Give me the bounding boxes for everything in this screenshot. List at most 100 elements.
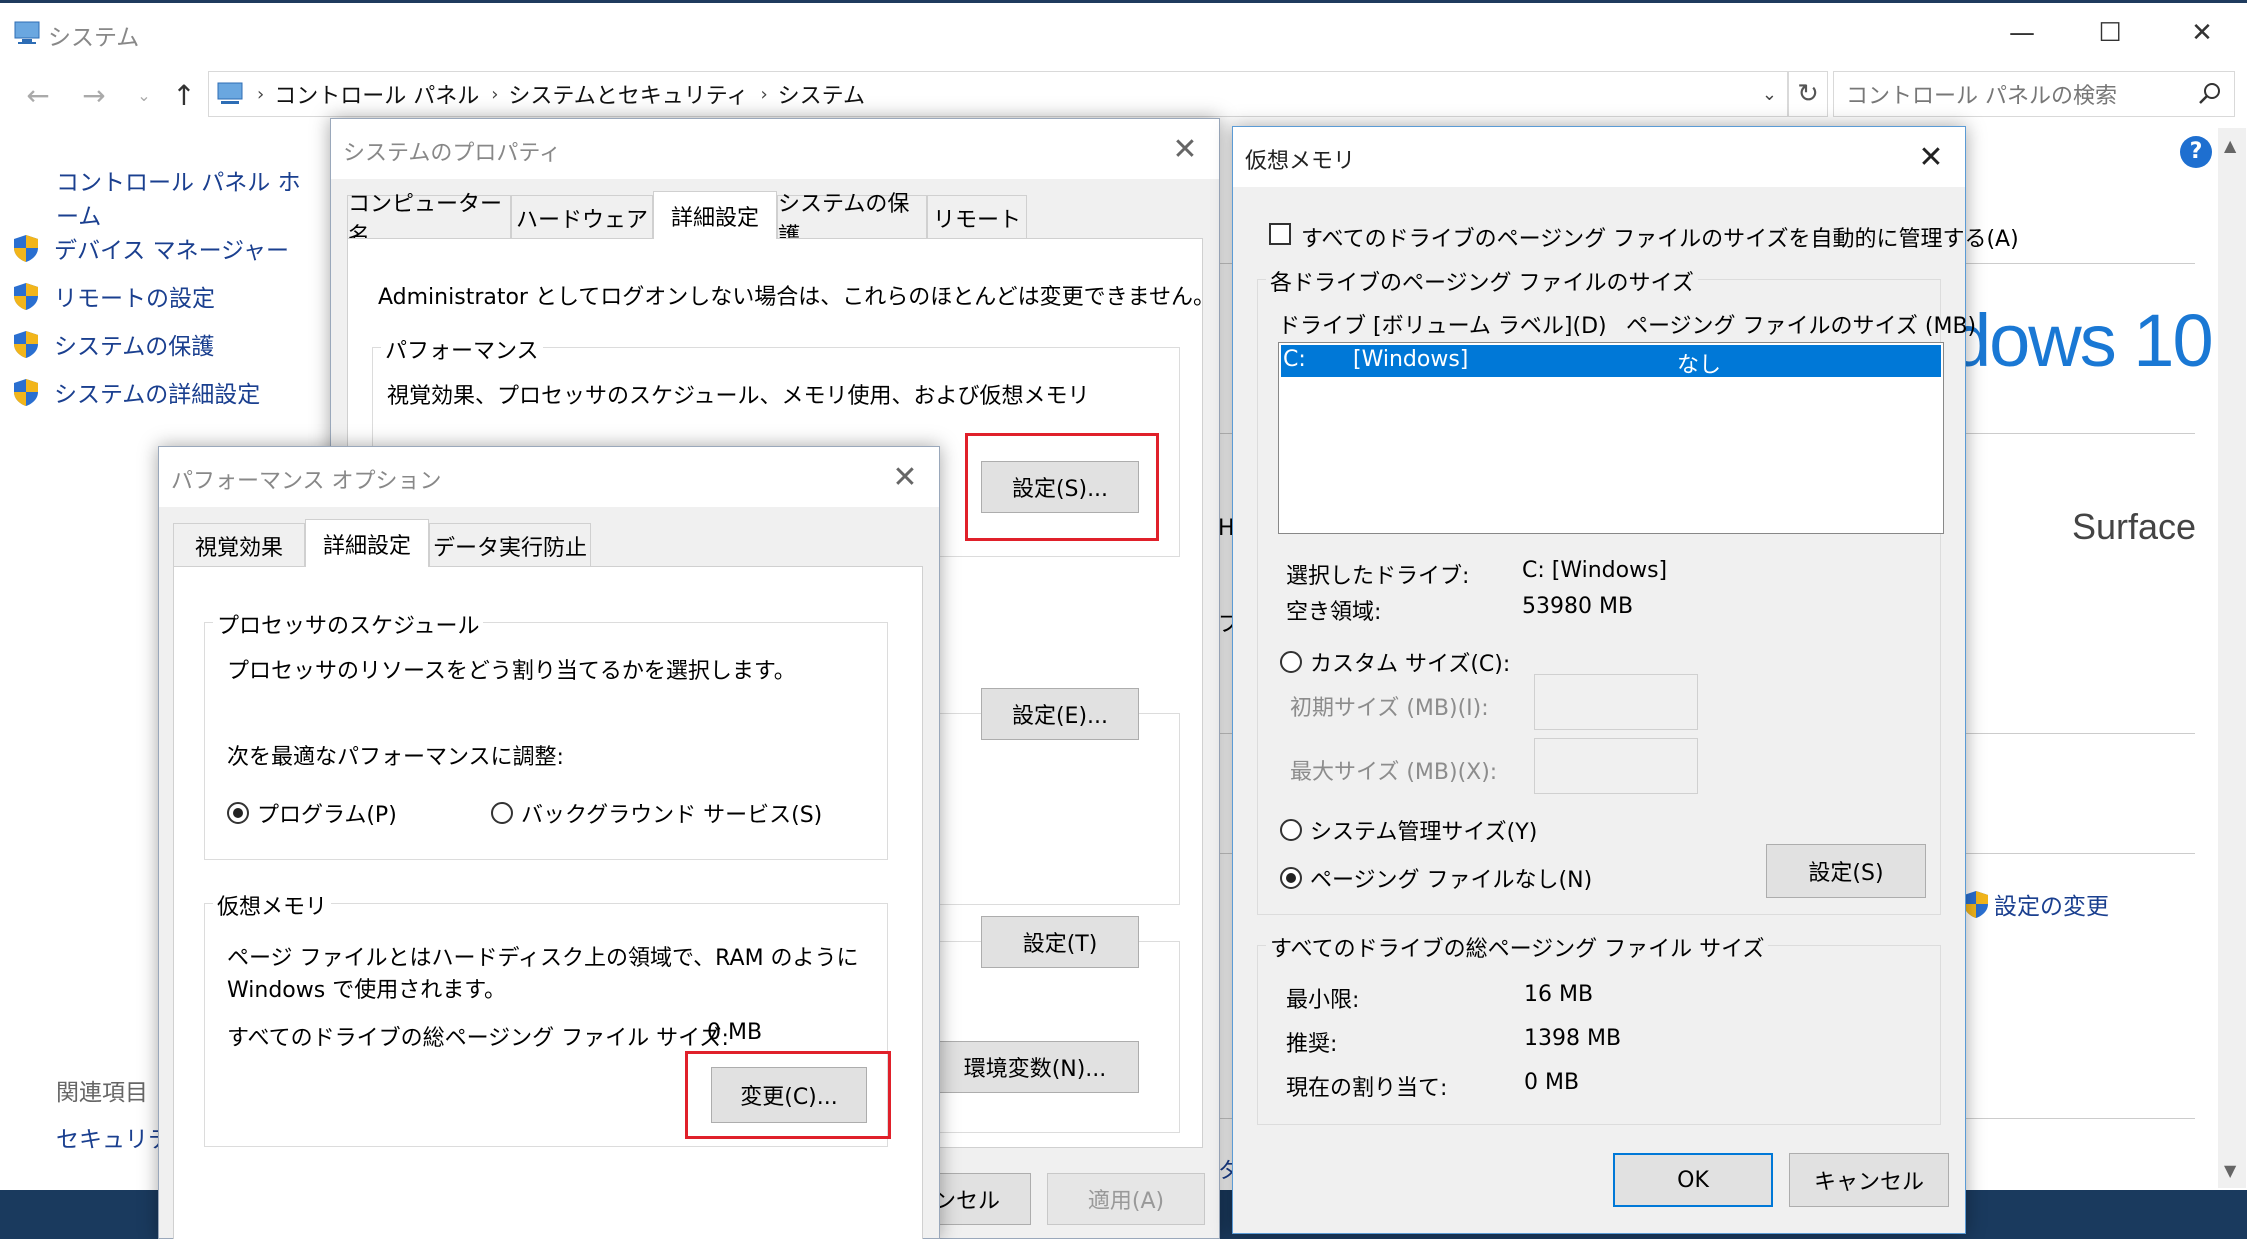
windows10-logo: dows 10 (1950, 299, 2214, 382)
auto-manage-label[interactable]: すべてのドライブのページング ファイルのサイズを自動的に管理する(A) (1301, 221, 2019, 253)
nav-item-label: リモートの設定 (54, 286, 215, 312)
tab-remote[interactable]: リモート (927, 195, 1027, 239)
breadcrumb-control-panel[interactable]: コントロール パネル (274, 78, 479, 110)
radio-system-managed[interactable]: システム管理サイズ(Y) (1280, 814, 1537, 846)
change-settings-link[interactable]: 設定の変更 (1962, 887, 2109, 921)
close-button[interactable]: ✕ (2156, 6, 2247, 60)
change-settings-label: 設定の変更 (1994, 894, 2109, 920)
breadcrumb-system[interactable]: システム (778, 78, 865, 110)
max-size-input[interactable] (1534, 738, 1698, 794)
environment-variables-button[interactable]: 環境変数(N)... (931, 1041, 1139, 1093)
radio-program-label: プログラム(P) (257, 803, 397, 828)
nav-item-advanced-system-settings[interactable]: システムの詳細設定 (12, 375, 260, 409)
minimize-button[interactable]: — (1976, 6, 2068, 60)
virtual-memory-dialog: 仮想メモリ ✕ すべてのドライブのページング ファイルのサイズを自動的に管理する… (1232, 126, 2019, 1234)
recommended-label: 推奨: (1286, 1032, 1338, 1057)
drive-list[interactable]: C: [Windows] なし (1278, 342, 1944, 534)
radio-selected-icon (227, 802, 249, 824)
radio-background-services[interactable]: バックグラウンド サービス(S) (491, 797, 822, 829)
auto-manage-checkbox[interactable] (1269, 223, 1291, 245)
drive-letter: C: (1283, 347, 1306, 372)
tab-visual-effects[interactable]: 視覚効果 (173, 523, 305, 567)
up-arrow-icon[interactable]: ↑ (164, 75, 204, 115)
free-space-value: 53980 MB (1522, 594, 1634, 619)
vm-total-label: すべてのドライブの総ページング ファイル サイズ: (227, 1026, 729, 1051)
control-panel-icon (217, 82, 243, 104)
per-drive-group: 各ドライブのページング ファイルのサイズ ドライブ [ボリューム ラベル](D)… (1257, 265, 1976, 915)
search-icon[interactable] (2196, 80, 2224, 108)
breadcrumb-separator-icon: › (491, 83, 499, 105)
admin-note: Administrator としてログオンしない場合は、これらのほとんどは変更で… (378, 285, 1215, 310)
radio-unselected-icon (491, 802, 513, 824)
drive-label: [Windows] (1353, 347, 1469, 372)
tab-computer-name[interactable]: コンピューター名 (347, 192, 511, 249)
scroll-down-icon[interactable]: ▼ (2224, 1161, 2236, 1180)
apply-button[interactable]: 適用(A) (1047, 1173, 1205, 1225)
vm-description-line1: ページ ファイルとはハードディスク上の領域で、RAM のように (227, 946, 859, 971)
close-icon[interactable]: ✕ (1165, 129, 1205, 169)
processor-scheduling-group: プロセッサのスケジュール プロセッサのリソースをどう割り当てるかを選択します。 … (204, 608, 888, 860)
radio-background-label: バックグラウンド サービス(S) (521, 803, 823, 828)
cancel-button[interactable]: キャンセル (1789, 1153, 1949, 1207)
total-paging-group: すべてのドライブの総ページング ファイル サイズ 最小限: 16 MB 推奨: … (1257, 931, 1941, 1125)
list-item[interactable]: C: [Windows] なし (1281, 345, 1941, 378)
vm-description-line2: Windows で使用されます。 (227, 978, 506, 1003)
close-icon[interactable]: ✕ (1911, 137, 1951, 177)
tab-advanced[interactable]: 詳細設定 (653, 191, 777, 239)
column-drive: ドライブ [ボリューム ラベル](D) (1278, 314, 1607, 339)
nav-item-label: デバイス マネージャー (54, 238, 290, 264)
tab-system-protection[interactable]: システムの保護 (777, 192, 927, 249)
search-input[interactable]: コントロール パネルの検索 (1833, 71, 2235, 117)
chevron-down-icon[interactable]: ⌄ (1762, 84, 1777, 105)
user-profiles-settings-button[interactable]: 設定(E)... (981, 688, 1139, 740)
startup-recovery-settings-button[interactable]: 設定(T) (981, 916, 1139, 968)
control-panel-home-link[interactable]: コントロール パネル ホーム (56, 163, 320, 231)
breadcrumb-system-security[interactable]: システムとセキュリティ (508, 78, 748, 110)
help-icon[interactable]: ? (2180, 136, 2212, 168)
current-allocation-label: 現在の割り当て: (1286, 1076, 1448, 1101)
nav-item-device-manager[interactable]: デバイス マネージャー (12, 231, 289, 265)
nav-item-remote-settings[interactable]: リモートの設定 (12, 279, 215, 313)
min-label: 最小限: (1286, 988, 1360, 1013)
close-icon[interactable]: ✕ (885, 457, 925, 497)
shield-icon (14, 379, 38, 406)
ok-button[interactable]: OK (1613, 1153, 1773, 1207)
dialog-title-bar: パフォーマンス オプション ✕ (159, 447, 939, 507)
set-button[interactable]: 設定(S) (1766, 844, 1926, 898)
drive-paging-size: なし (1677, 353, 1722, 378)
radio-unselected-icon (1280, 819, 1302, 841)
highlight-box (685, 1051, 891, 1139)
computer-icon (14, 21, 40, 44)
performance-group-label: パフォーマンス (381, 333, 543, 365)
maximize-button[interactable]: ☐ (2064, 6, 2156, 60)
refresh-icon[interactable]: ↻ (1788, 71, 1828, 117)
tab-advanced[interactable]: 詳細設定 (305, 519, 429, 567)
radio-custom-size-label: カスタム サイズ(C): (1310, 652, 1511, 677)
back-arrow-icon[interactable]: ← (18, 75, 58, 115)
column-size: ページング ファイルのサイズ (MB) (1626, 314, 1977, 339)
dialog-title-bar: システムのプロパティ ✕ (331, 119, 1219, 179)
recent-locations-icon[interactable]: ⌄ (124, 75, 164, 115)
dialog-title: システムのプロパティ (343, 141, 562, 166)
scroll-up-icon[interactable]: ▲ (2224, 136, 2236, 155)
forward-arrow-icon[interactable]: → (74, 75, 114, 115)
initial-size-input[interactable] (1534, 674, 1698, 730)
adjust-label: 次を最適なパフォーマンスに調整: (227, 745, 564, 770)
scrollbar[interactable]: ▲ ▼ (2218, 128, 2246, 1188)
address-box[interactable]: › コントロール パネル › システムとセキュリティ › システム ⌄ (208, 71, 1788, 117)
highlight-box (965, 433, 1159, 541)
nav-item-system-protection[interactable]: システムの保護 (12, 327, 214, 361)
address-bar: ← → ⌄ ↑ › コントロール パネル › システムとセキュリティ › システ… (0, 65, 2247, 125)
radio-no-paging-file[interactable]: ページング ファイルなし(N) (1280, 862, 1592, 894)
tab-dep[interactable]: データ実行防止 (429, 523, 591, 567)
current-allocation-value: 0 MB (1524, 1070, 1580, 1095)
dialog-title: パフォーマンス オプション (171, 469, 442, 494)
performance-description: 視覚効果、プロセッサのスケジュール、メモリ使用、および仮想メモリ (387, 384, 1090, 409)
shield-icon (1964, 891, 1988, 918)
radio-program[interactable]: プログラム(P) (227, 797, 397, 829)
radio-selected-icon (1280, 867, 1302, 889)
radio-custom-size[interactable]: カスタム サイズ(C): (1280, 646, 1510, 678)
selected-drive-value: C: [Windows] (1522, 558, 1668, 583)
radio-unselected-icon (1280, 651, 1302, 673)
tab-hardware[interactable]: ハードウェア (511, 195, 653, 239)
